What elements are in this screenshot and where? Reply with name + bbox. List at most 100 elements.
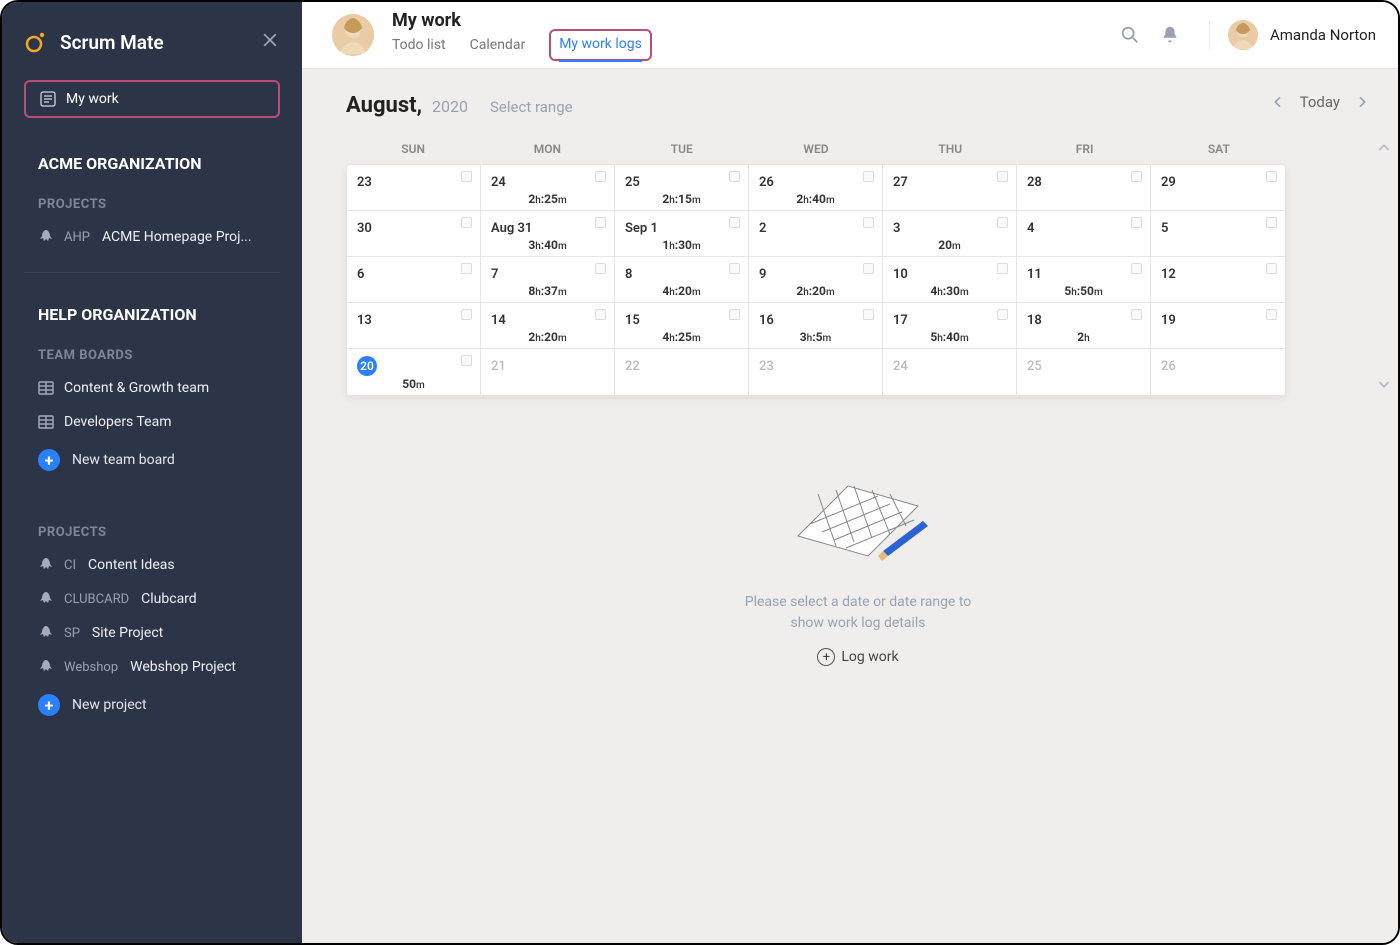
day-checkbox[interactable] [461,309,472,320]
calendar-cell[interactable]: 142h:20m [481,303,615,349]
calendar-cell[interactable]: 2 [749,211,883,257]
tab-calendar[interactable]: Calendar [470,33,526,61]
org2-name[interactable]: HELP ORGANIZATION [2,291,302,334]
calendar-cell[interactable]: 13 [347,303,481,349]
day-worklog-time: 2h:20m [481,330,614,344]
calendar-cell[interactable]: 23 [749,349,883,395]
chevron-up-icon[interactable] [1376,140,1392,156]
day-checkbox[interactable] [863,309,874,320]
calendar-cell[interactable]: 78h:37m [481,257,615,303]
day-checkbox[interactable] [1131,217,1142,228]
calendar-cell[interactable]: 5 [1151,211,1285,257]
calendar-cell[interactable]: 23 [347,165,481,211]
calendar-cell[interactable]: 154h:25m [615,303,749,349]
day-checkbox[interactable] [997,217,1008,228]
calendar-cell[interactable]: 92h:20m [749,257,883,303]
org1-name[interactable]: ACME ORGANIZATION [2,140,302,183]
select-range-button[interactable]: Select range [490,98,573,116]
day-checkbox[interactable] [729,309,740,320]
calendar-cell[interactable]: 28 [1017,165,1151,211]
search-icon[interactable] [1119,24,1141,46]
day-checkbox[interactable] [1131,309,1142,320]
day-checkbox[interactable] [729,263,740,274]
day-worklog-time: 5h:40m [883,330,1016,344]
avatar[interactable] [332,14,374,56]
calendar-cell[interactable]: 19 [1151,303,1285,349]
sidebar-project-item[interactable]: CIContent Ideas [2,548,302,582]
day-checkbox[interactable] [461,171,472,182]
sidebar-project-item[interactable]: WebshopWebshop Project [2,650,302,684]
day-checkbox[interactable] [595,309,606,320]
my-work-nav[interactable]: My work [24,80,280,118]
chevron-left-icon[interactable] [1270,94,1286,110]
chevron-right-icon[interactable] [1354,94,1370,110]
calendar-cell[interactable]: 175h:40m [883,303,1017,349]
calendar-cell[interactable]: 6 [347,257,481,303]
day-checkbox[interactable] [997,309,1008,320]
new-team-board-button[interactable]: + New team board [2,439,302,481]
day-worklog-time: 2h:20m [749,284,882,298]
calendar-cell[interactable]: 4 [1017,211,1151,257]
day-checkbox[interactable] [1266,217,1277,228]
calendar-cell[interactable]: 84h:20m [615,257,749,303]
day-checkbox[interactable] [461,217,472,228]
day-checkbox[interactable] [729,171,740,182]
calendar-cell[interactable]: 24 [883,349,1017,395]
today-button[interactable]: Today [1300,93,1340,111]
team-boards-heading: TEAM BOARDS [2,334,302,371]
day-checkbox[interactable] [595,217,606,228]
calendar-cell[interactable]: 12 [1151,257,1285,303]
day-checkbox[interactable] [461,263,472,274]
calendar-cell[interactable]: 30 [347,211,481,257]
day-checkbox[interactable] [997,263,1008,274]
calendar-cell[interactable]: Sep 11h:30m [615,211,749,257]
calendar-cell[interactable]: 25 [1017,349,1151,395]
tab-todo-list[interactable]: Todo list [392,33,446,61]
calendar-cell[interactable]: 26 [1151,349,1285,395]
project-prefix: SP [64,626,80,641]
sidebar-project-item[interactable]: SPSite Project [2,616,302,650]
calendar-cell[interactable]: 29 [1151,165,1285,211]
close-icon[interactable] [260,30,280,54]
day-checkbox[interactable] [1266,309,1277,320]
topbar: My work Todo listCalendarMy work logs Am… [302,2,1398,69]
log-work-button[interactable]: + Log work [817,648,898,666]
day-checkbox[interactable] [461,355,472,366]
sidebar-project-item[interactable]: CLUBCARDClubcard [2,582,302,616]
new-project-button[interactable]: + New project [2,684,302,726]
user-menu[interactable]: Amanda Norton [1209,20,1376,50]
calendar-cell[interactable]: 104h:30m [883,257,1017,303]
day-checkbox[interactable] [997,171,1008,182]
calendar-cell[interactable]: 320m [883,211,1017,257]
chevron-down-icon[interactable] [1376,376,1392,392]
calendar-cell[interactable]: 22 [615,349,749,395]
sidebar-project-item[interactable]: AHPACME Homepage Proj... [2,220,302,254]
tab-my-work-logs[interactable]: My work logs [559,32,642,62]
calendar-cell[interactable]: 21 [481,349,615,395]
day-checkbox[interactable] [1266,263,1277,274]
sidebar-header: Scrum Mate [2,20,302,72]
day-checkbox[interactable] [595,171,606,182]
day-checkbox[interactable] [863,217,874,228]
sidebar-board-item[interactable]: Content & Growth team [2,371,302,405]
sidebar-board-item[interactable]: Developers Team [2,405,302,439]
day-checkbox[interactable] [1266,171,1277,182]
calendar-cell[interactable]: 115h:50m [1017,257,1151,303]
calendar-cell[interactable]: 27 [883,165,1017,211]
calendar-cell[interactable]: 182h [1017,303,1151,349]
calendar-cell[interactable]: 2050m [347,349,481,395]
calendar-cell[interactable]: Aug 313h:40m [481,211,615,257]
dow-label: TUE [615,136,749,164]
calendar-cell[interactable]: 252h:15m [615,165,749,211]
calendar-cell[interactable]: 242h:25m [481,165,615,211]
calendar-cell[interactable]: 163h:5m [749,303,883,349]
day-checkbox[interactable] [863,263,874,274]
calendar-cell[interactable]: 262h:40m [749,165,883,211]
bell-icon[interactable] [1159,24,1181,46]
day-checkbox[interactable] [1131,171,1142,182]
day-checkbox[interactable] [729,217,740,228]
day-checkbox[interactable] [863,171,874,182]
my-work-label: My work [66,91,119,107]
day-checkbox[interactable] [595,263,606,274]
day-checkbox[interactable] [1131,263,1142,274]
